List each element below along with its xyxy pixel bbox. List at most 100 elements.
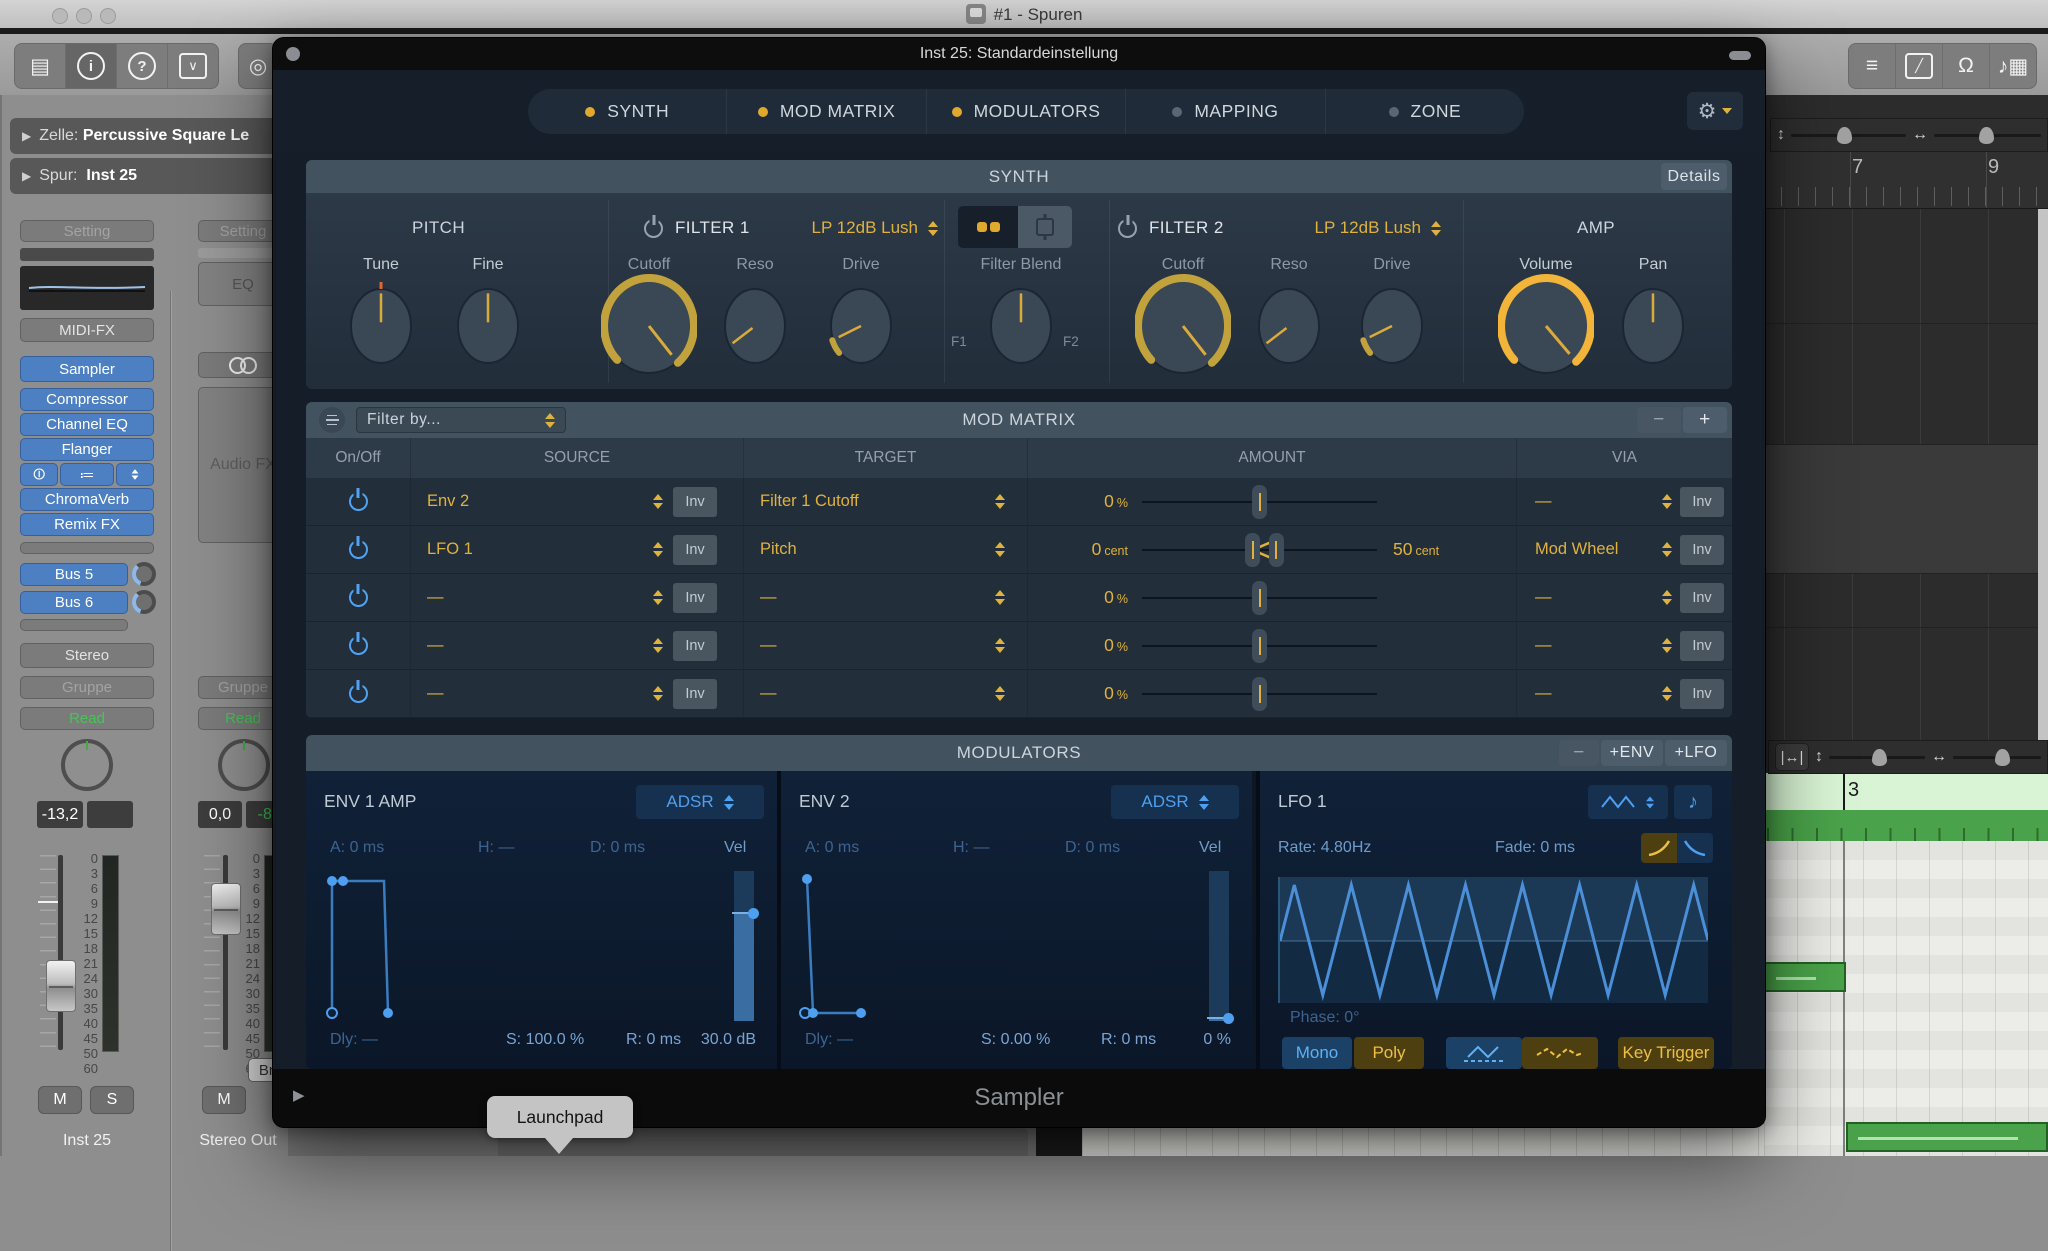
piano-roll-grid[interactable] bbox=[1764, 841, 2048, 1156]
via-invert-button[interactable]: Inv bbox=[1680, 535, 1724, 565]
source-select[interactable]: — bbox=[427, 636, 643, 655]
vertical-zoom-control[interactable]: ↕ bbox=[1777, 122, 1906, 148]
chevron-updown-icon[interactable] bbox=[1662, 542, 1672, 557]
env1-release[interactable]: R: 0 ms bbox=[626, 1031, 681, 1049]
chevron-updown-icon[interactable] bbox=[653, 542, 663, 557]
filter2-power-toggle[interactable] bbox=[1118, 219, 1137, 238]
chevron-updown-icon[interactable] bbox=[653, 494, 663, 509]
filters-serial-button[interactable] bbox=[958, 206, 1018, 248]
via-invert-button[interactable]: Inv bbox=[1680, 487, 1724, 517]
midi-note[interactable] bbox=[1846, 1122, 2048, 1152]
insert-chooser-button[interactable] bbox=[116, 463, 154, 486]
slider-handle[interactable] bbox=[1252, 581, 1267, 615]
env1-decay[interactable]: D: 0 ms bbox=[590, 839, 645, 857]
plugin-titlebar[interactable]: Inst 25: Standardeinstellung bbox=[273, 38, 1765, 70]
amount-slider[interactable] bbox=[1142, 484, 1377, 520]
chevron-updown-icon[interactable] bbox=[995, 542, 1005, 557]
tab-mapping[interactable]: MAPPING bbox=[1125, 89, 1324, 134]
env1-sustain[interactable]: S: 100.0 % bbox=[506, 1031, 584, 1049]
amount-value[interactable]: 0% bbox=[1028, 683, 1128, 704]
lfo-poly-button[interactable]: Poly bbox=[1354, 1037, 1424, 1069]
filter-blend-knob[interactable] bbox=[987, 282, 1055, 366]
amount-value[interactable]: 0% bbox=[1028, 587, 1128, 608]
strip1-automation-button[interactable]: Read bbox=[20, 707, 154, 730]
fine-knob[interactable] bbox=[454, 282, 522, 366]
env2-hold[interactable]: H: — bbox=[953, 839, 989, 857]
slider-handle[interactable] bbox=[1252, 677, 1267, 711]
via-select[interactable]: — bbox=[1535, 636, 1654, 655]
env1-delay[interactable]: Dly: — bbox=[330, 1031, 378, 1049]
lfo-rate[interactable]: Rate: 4.80Hz bbox=[1278, 839, 1371, 857]
list-editors-button[interactable]: ≡ bbox=[1849, 44, 1896, 88]
env2-sustain[interactable]: S: 0.00 % bbox=[981, 1031, 1050, 1049]
row-enable-toggle[interactable] bbox=[349, 684, 368, 703]
env1-attack[interactable]: A: 0 ms bbox=[330, 839, 384, 857]
strip1-eq-display[interactable] bbox=[20, 266, 154, 310]
filter2-reso-knob[interactable] bbox=[1255, 282, 1323, 366]
source-invert-button[interactable]: Inv bbox=[673, 487, 717, 517]
lfo-key-trigger-button[interactable]: Key Trigger bbox=[1618, 1037, 1714, 1069]
tab-modulators[interactable]: MODULATORS bbox=[926, 89, 1125, 134]
env1-display[interactable] bbox=[322, 871, 717, 1021]
strip1-volume-value[interactable]: -13,2 bbox=[37, 801, 83, 828]
horizontal-zoom-control[interactable]: ↔ bbox=[1931, 744, 2041, 770]
slider-handle[interactable] bbox=[1245, 533, 1260, 567]
strip1-setting-button[interactable]: Setting bbox=[20, 220, 154, 242]
strip2-volume-value[interactable]: 0,0 bbox=[198, 801, 242, 828]
strip1-name[interactable]: Inst 25 bbox=[20, 1132, 154, 1150]
row-enable-toggle[interactable] bbox=[349, 636, 368, 655]
plugin-link-button[interactable] bbox=[1729, 51, 1751, 60]
env2-delay[interactable]: Dly: — bbox=[805, 1031, 853, 1049]
insert-power-button[interactable]: ⏼ bbox=[20, 463, 58, 486]
fit-zoom-button[interactable]: |↔| bbox=[1775, 743, 1809, 771]
chevron-updown-icon[interactable] bbox=[653, 590, 663, 605]
quick-help-button[interactable]: ? bbox=[117, 44, 168, 88]
strip2-name[interactable]: Stereo Out bbox=[188, 1132, 288, 1150]
source-invert-button[interactable]: Inv bbox=[673, 583, 717, 613]
filter1-cutoff-knob[interactable] bbox=[601, 272, 697, 376]
midi-note[interactable] bbox=[1764, 962, 1846, 992]
chevron-updown-icon[interactable] bbox=[653, 638, 663, 653]
strip1-insert-5[interactable]: Remix FX bbox=[20, 513, 154, 536]
fade-out-button[interactable] bbox=[1677, 833, 1713, 863]
chevron-updown-icon[interactable] bbox=[1662, 638, 1672, 653]
strip1-empty-send[interactable] bbox=[20, 619, 128, 631]
loop-browser-button[interactable]: Ω bbox=[1943, 44, 1990, 88]
amount-slider[interactable] bbox=[1142, 580, 1377, 616]
chevron-updown-icon[interactable] bbox=[995, 638, 1005, 653]
amount-value[interactable]: 0cent bbox=[1028, 539, 1128, 560]
strip2-pan-knob[interactable] bbox=[218, 739, 270, 791]
inspector-button[interactable]: i bbox=[66, 44, 117, 88]
filter2-drive-knob[interactable] bbox=[1358, 282, 1426, 366]
amount-value[interactable]: 0% bbox=[1028, 635, 1128, 656]
env2-decay[interactable]: D: 0 ms bbox=[1065, 839, 1120, 857]
strip1-insert-4[interactable]: ChromaVerb bbox=[20, 488, 154, 511]
source-select[interactable]: — bbox=[427, 588, 643, 607]
lfo-wave-display[interactable] bbox=[1278, 877, 1708, 1003]
send2-level-knob[interactable] bbox=[132, 590, 156, 614]
filter1-type-select[interactable]: LP 12dB Lush bbox=[776, 218, 938, 238]
filters-parallel-button[interactable] bbox=[1018, 206, 1072, 248]
slider-handle[interactable] bbox=[1252, 629, 1267, 663]
via-select[interactable]: — bbox=[1535, 492, 1654, 511]
add-env-button[interactable]: +ENV bbox=[1601, 740, 1663, 766]
strip1-insert-3[interactable]: Flanger bbox=[20, 438, 154, 461]
via-invert-button[interactable]: Inv bbox=[1680, 679, 1724, 709]
tab-mod-matrix[interactable]: MOD MATRIX bbox=[726, 89, 925, 134]
chevron-updown-icon[interactable] bbox=[995, 494, 1005, 509]
slider-handle-max[interactable] bbox=[1269, 533, 1284, 567]
chevron-updown-icon[interactable] bbox=[1662, 686, 1672, 701]
strip1-pan-knob[interactable] bbox=[61, 739, 113, 791]
remove-modulator-button[interactable]: − bbox=[1559, 740, 1599, 766]
piano-roll-ruler[interactable]: 3 bbox=[1764, 773, 2048, 810]
source-select[interactable]: — bbox=[427, 684, 643, 703]
lfo-phase[interactable]: Phase: 0° bbox=[1290, 1009, 1360, 1027]
source-invert-button[interactable]: Inv bbox=[673, 679, 717, 709]
pan-knob[interactable] bbox=[1619, 282, 1687, 366]
strip2-fader-handle[interactable] bbox=[211, 883, 241, 935]
details-button[interactable]: Details bbox=[1661, 163, 1727, 190]
slider-handle[interactable] bbox=[1252, 485, 1267, 519]
piano-roll-loop-strip[interactable] bbox=[1764, 810, 2048, 841]
volume-knob[interactable] bbox=[1498, 272, 1594, 376]
inspector-track-header[interactable]: ▶ Spur: Inst 25 bbox=[10, 158, 310, 194]
